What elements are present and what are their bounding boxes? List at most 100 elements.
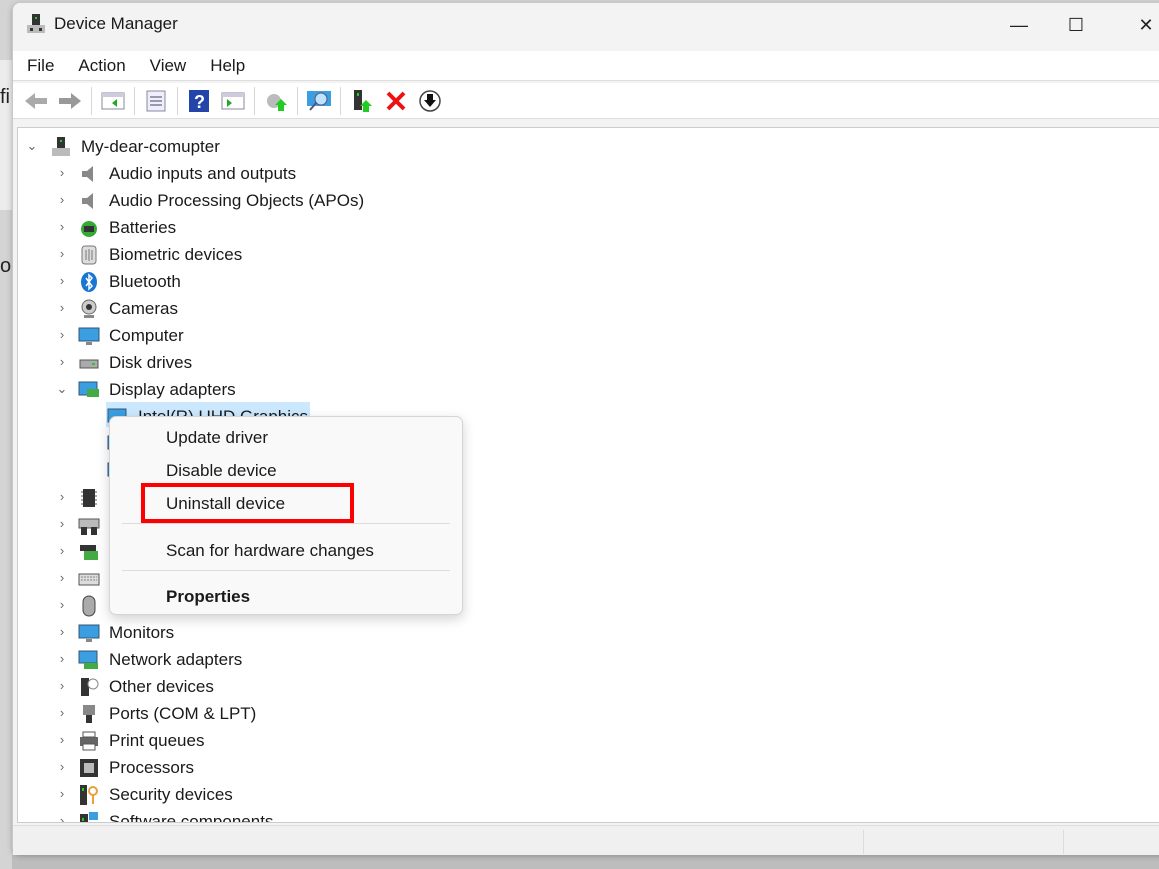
port-icon bbox=[83, 705, 95, 723]
tree-item[interactable]: Print queues bbox=[109, 728, 204, 754]
expand-chevron-icon[interactable]: › bbox=[56, 327, 68, 342]
minimize-button[interactable]: — bbox=[996, 7, 1042, 43]
forward-icon[interactable] bbox=[53, 86, 87, 116]
ide-controller-icon bbox=[80, 545, 98, 560]
expand-chevron-icon[interactable]: › bbox=[56, 597, 68, 612]
network-adapter-icon bbox=[78, 650, 98, 669]
display-adapter-icon bbox=[78, 381, 99, 397]
computer-icon bbox=[78, 327, 100, 345]
tree-item[interactable]: Ports (COM & LPT) bbox=[109, 701, 256, 727]
update-driver-icon[interactable] bbox=[259, 86, 293, 116]
scan-hardware-icon[interactable] bbox=[302, 86, 336, 116]
tree-item[interactable]: Computer bbox=[109, 323, 184, 349]
expand-chevron-icon[interactable]: › bbox=[56, 219, 68, 234]
processor-icon bbox=[80, 759, 98, 777]
security-device-icon bbox=[80, 785, 98, 805]
tree-item[interactable]: Audio Processing Objects (APOs) bbox=[109, 188, 364, 214]
menu-file[interactable]: File bbox=[27, 56, 54, 76]
uninstall-device-icon[interactable] bbox=[379, 86, 413, 116]
keyboard-icon bbox=[78, 573, 100, 586]
status-bar bbox=[13, 825, 1159, 855]
expand-chevron-icon[interactable]: › bbox=[56, 165, 68, 180]
tree-item[interactable]: Bluetooth bbox=[109, 269, 181, 295]
show-hide-action-pane-icon[interactable] bbox=[216, 86, 250, 116]
tree-item[interactable]: Audio inputs and outputs bbox=[109, 161, 296, 187]
help-icon[interactable]: ? bbox=[182, 86, 216, 116]
tree-item[interactable]: Security devices bbox=[109, 782, 233, 808]
expand-chevron-icon[interactable]: › bbox=[56, 273, 68, 288]
menu-view[interactable]: View bbox=[150, 56, 187, 76]
toolbar-divider bbox=[297, 86, 298, 115]
maximize-button[interactable]: ☐ bbox=[1053, 7, 1099, 43]
toolbar-divider bbox=[254, 86, 255, 115]
expand-chevron-icon[interactable]: › bbox=[56, 705, 68, 720]
expand-chevron-icon[interactable]: › bbox=[56, 192, 68, 207]
tree-item[interactable]: Network adapters bbox=[109, 647, 242, 673]
computer-root-icon bbox=[52, 137, 70, 156]
background-text: fi bbox=[0, 86, 10, 108]
title-bar[interactable]: Device Manager — ☐ ✕ bbox=[13, 3, 1159, 47]
tree-item[interactable]: Disk drives bbox=[109, 350, 192, 376]
svg-text:?: ? bbox=[194, 92, 205, 112]
menu-action[interactable]: Action bbox=[78, 56, 125, 76]
window-title: Device Manager bbox=[54, 14, 178, 33]
hid-icon bbox=[78, 518, 100, 535]
toolbar-divider bbox=[134, 86, 135, 115]
software-component-icon bbox=[80, 812, 98, 822]
tree-root[interactable]: My-dear-comupter bbox=[81, 134, 220, 160]
expand-chevron-icon[interactable]: › bbox=[56, 651, 68, 666]
audio-icon bbox=[82, 193, 93, 209]
expand-chevron-icon[interactable]: › bbox=[56, 516, 68, 531]
menu-separator bbox=[122, 570, 450, 571]
back-icon[interactable] bbox=[19, 86, 53, 116]
menu-bar: File Action View Help bbox=[13, 51, 1159, 81]
menu-separator bbox=[122, 523, 450, 524]
menu-item-properties[interactable]: Properties bbox=[166, 587, 250, 607]
menu-help[interactable]: Help bbox=[210, 56, 245, 76]
menu-item-disable-device[interactable]: Disable device bbox=[166, 461, 277, 481]
enable-device-icon[interactable] bbox=[345, 86, 379, 116]
expand-chevron-icon[interactable]: › bbox=[56, 624, 68, 639]
expand-chevron-icon[interactable]: › bbox=[56, 489, 68, 504]
collapse-chevron-icon[interactable]: ⌄ bbox=[26, 138, 38, 154]
monitor-icon bbox=[78, 624, 100, 642]
background-taskbar bbox=[12, 855, 1159, 869]
uninstall-highlight-box bbox=[141, 483, 354, 523]
collapse-chevron-icon[interactable]: ⌄ bbox=[56, 381, 68, 397]
expand-chevron-icon[interactable]: › bbox=[56, 300, 68, 315]
show-hide-console-tree-icon[interactable] bbox=[96, 86, 130, 116]
expand-chevron-icon[interactable]: › bbox=[56, 759, 68, 774]
expand-chevron-icon[interactable]: › bbox=[56, 246, 68, 261]
tree-item[interactable]: Monitors bbox=[109, 620, 174, 646]
expand-chevron-icon[interactable]: › bbox=[56, 570, 68, 585]
tree-item[interactable]: Software components bbox=[109, 809, 273, 822]
toolbar: ? bbox=[13, 83, 1159, 119]
tree-item[interactable]: Display adapters bbox=[109, 377, 236, 403]
battery-icon bbox=[81, 221, 97, 237]
expand-chevron-icon[interactable]: › bbox=[56, 786, 68, 801]
close-button[interactable]: ✕ bbox=[1123, 7, 1159, 43]
expand-chevron-icon[interactable]: › bbox=[56, 813, 68, 822]
bluetooth-icon bbox=[81, 272, 97, 292]
tree-item[interactable]: Biometric devices bbox=[109, 242, 242, 268]
expand-chevron-icon[interactable]: › bbox=[56, 678, 68, 693]
mouse-icon bbox=[82, 595, 96, 617]
tree-item[interactable]: Other devices bbox=[109, 674, 214, 700]
firmware-icon bbox=[81, 489, 97, 507]
device-manager-icon bbox=[27, 14, 45, 33]
status-divider bbox=[863, 830, 864, 854]
toolbar-divider bbox=[91, 86, 92, 115]
properties-icon[interactable] bbox=[139, 86, 173, 116]
background-window bbox=[0, 60, 12, 210]
expand-chevron-icon[interactable]: › bbox=[56, 543, 68, 558]
expand-chevron-icon[interactable]: › bbox=[56, 354, 68, 369]
tree-item[interactable]: Processors bbox=[109, 755, 194, 781]
disable-device-icon[interactable] bbox=[413, 86, 447, 116]
tree-item[interactable]: Cameras bbox=[109, 296, 178, 322]
expand-chevron-icon[interactable]: › bbox=[56, 732, 68, 747]
status-divider bbox=[1063, 830, 1064, 854]
tree-item[interactable]: Batteries bbox=[109, 215, 176, 241]
menu-item-update-driver[interactable]: Update driver bbox=[166, 428, 268, 448]
menu-item-scan-hardware[interactable]: Scan for hardware changes bbox=[166, 541, 374, 561]
other-devices-icon bbox=[81, 678, 99, 696]
